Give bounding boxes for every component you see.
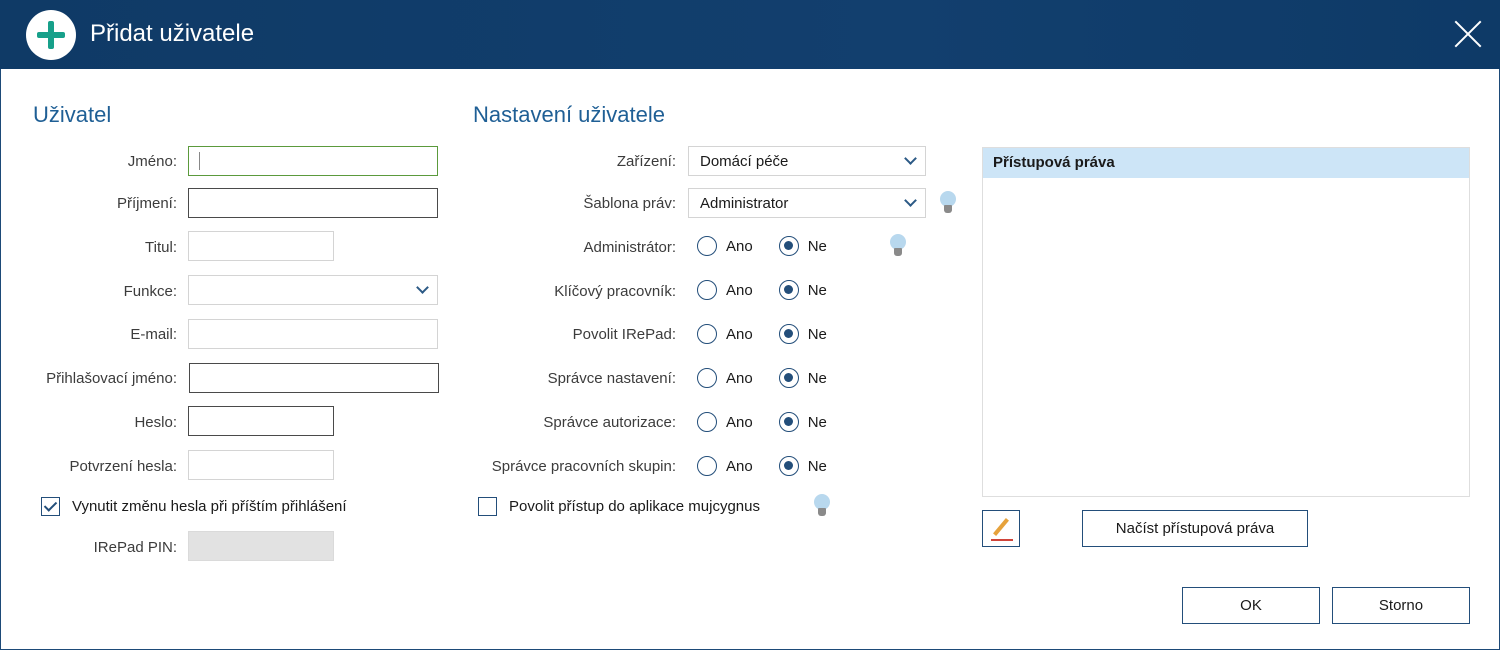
sablona-select[interactable]: Administrator: [688, 188, 926, 218]
mujcygnus-checkbox[interactable]: [478, 497, 497, 516]
klicovy-pracovnik-yes-radio[interactable]: [697, 280, 717, 300]
mujcygnus-label: Povolit přístup do aplikace mujcygnus: [509, 498, 760, 515]
jmeno-input[interactable]: [188, 146, 438, 176]
lightbulb-icon[interactable]: [813, 494, 831, 518]
spravce-skupin-no-radio[interactable]: [778, 456, 799, 476]
spravce-autorizace-yes-radio[interactable]: [697, 412, 717, 432]
close-icon[interactable]: [1452, 18, 1484, 50]
load-rights-button[interactable]: Načíst přístupová práva: [1082, 510, 1308, 547]
spravce-autorizace-no-radio[interactable]: [778, 412, 799, 432]
jmeno-label: Jméno:: [127, 153, 177, 170]
spravce-skupin-label: Správce pracovních skupin:: [491, 458, 676, 475]
access-rights-panel[interactable]: Přístupová práva: [982, 147, 1470, 497]
sablona-value: Administrator: [700, 195, 789, 212]
klicovy-pracovnik-label: Klíčový pracovník:: [554, 283, 676, 300]
heslo-input[interactable]: [188, 406, 334, 436]
heslo-label: Heslo:: [134, 414, 177, 431]
titul-input[interactable]: [188, 231, 334, 261]
cancel-button[interactable]: Storno: [1332, 587, 1470, 624]
spravce-nastaveni-radio-group: Ano Ne: [697, 366, 853, 390]
povolit-irepad-label: Povolit IRePad:: [572, 326, 676, 343]
chevron-down-icon: [904, 152, 917, 165]
user-section-heading: Uživatel: [33, 102, 112, 127]
administrator-radio-group: Ano Ne: [697, 234, 853, 258]
funkce-select[interactable]: [188, 275, 438, 305]
administrator-yes-radio[interactable]: [697, 236, 717, 256]
spravce-nastaveni-no-radio[interactable]: [778, 368, 799, 388]
force-password-change-checkbox[interactable]: [41, 497, 60, 516]
force-password-change-label: Vynutit změnu hesla při příštím přihláše…: [72, 498, 347, 515]
chevron-down-icon: [416, 281, 429, 294]
ok-button[interactable]: OK: [1182, 587, 1320, 624]
email-label: E-mail:: [130, 326, 177, 343]
login-label: Přihlašovací jméno:: [46, 370, 177, 387]
settings-section-heading: Nastavení uživatele: [473, 102, 665, 127]
administrator-label: Administrátor:: [583, 239, 676, 256]
spravce-autorizace-label: Správce autorizace:: [543, 414, 676, 431]
povolit-irepad-radio-group: Ano Ne: [697, 322, 853, 346]
pin-input: [188, 531, 334, 561]
lightbulb-icon[interactable]: [889, 234, 907, 258]
pin-label: IRePad PIN:: [93, 539, 177, 556]
email-input[interactable]: [188, 319, 438, 349]
add-icon: [26, 10, 76, 60]
zarizeni-label: Zařízení:: [616, 153, 676, 170]
titul-label: Titul:: [145, 239, 177, 256]
dialog-title: Přidat uživatele: [90, 20, 255, 47]
klicovy-pracovnik-no-radio[interactable]: [778, 280, 799, 300]
potvrzeni-input[interactable]: [188, 450, 334, 480]
dialog-titlebar: Přidat uživatele: [0, 0, 1500, 69]
login-input[interactable]: [189, 363, 439, 393]
administrator-no-radio[interactable]: [778, 236, 799, 256]
spravce-nastaveni-label: Správce nastavení:: [547, 370, 676, 387]
potvrzeni-label: Potvrzení hesla:: [69, 458, 177, 475]
spravce-autorizace-radio-group: Ano Ne: [697, 410, 853, 434]
lightbulb-icon[interactable]: [939, 191, 957, 215]
funkce-label: Funkce:: [123, 283, 177, 300]
spravce-nastaveni-yes-radio[interactable]: [697, 368, 717, 388]
povolit-irepad-yes-radio[interactable]: [697, 324, 717, 344]
access-rights-header: Přístupová práva: [983, 148, 1469, 178]
edit-button[interactable]: [982, 510, 1020, 547]
prijmeni-input[interactable]: [188, 188, 438, 218]
spravce-skupin-yes-radio[interactable]: [697, 456, 717, 476]
pencil-icon: [993, 518, 1009, 536]
klicovy-pracovnik-radio-group: Ano Ne: [697, 278, 853, 302]
chevron-down-icon: [904, 194, 917, 207]
prijmeni-label: Příjmení:: [116, 195, 177, 212]
spravce-skupin-radio-group: Ano Ne: [697, 454, 853, 478]
sablona-label: Šablona práv:: [583, 195, 676, 212]
zarizeni-select[interactable]: Domácí péče: [688, 146, 926, 176]
zarizeni-value: Domácí péče: [700, 153, 789, 170]
povolit-irepad-no-radio[interactable]: [778, 324, 799, 344]
